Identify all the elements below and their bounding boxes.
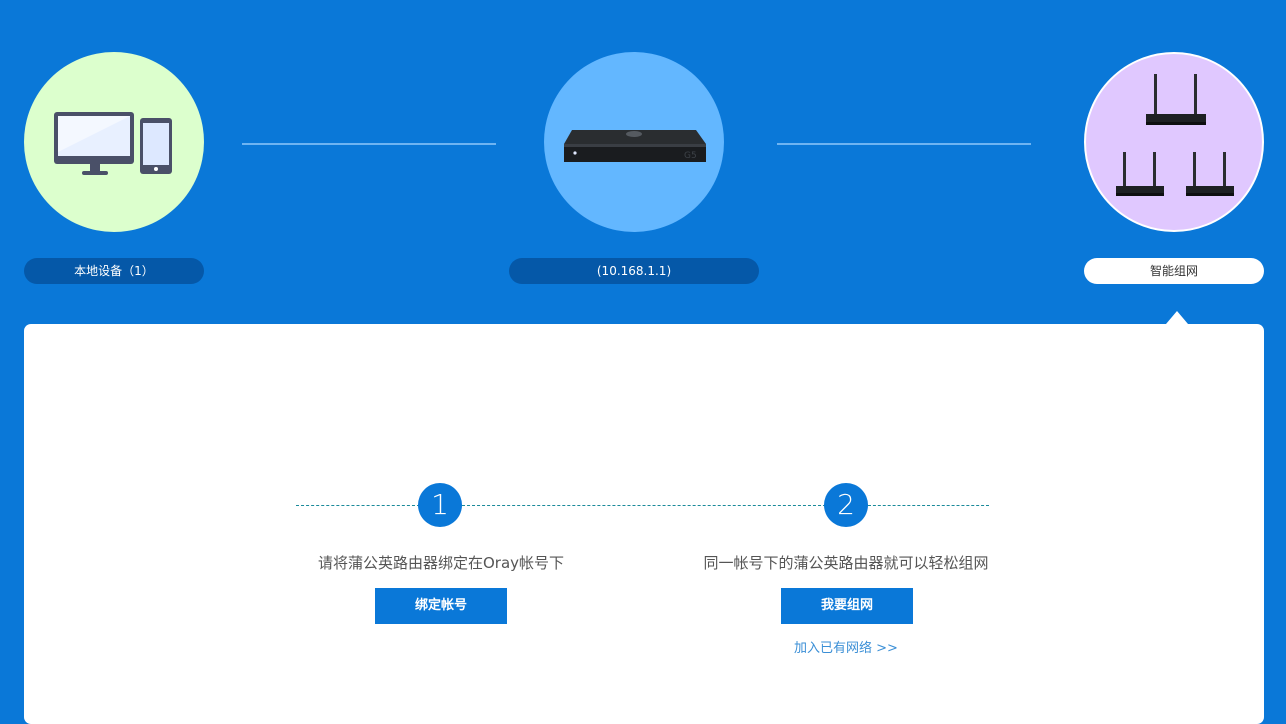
router-g5-icon: G5 bbox=[564, 130, 706, 162]
router-node[interactable]: G5 bbox=[544, 52, 724, 232]
connector-line-router-mesh bbox=[777, 143, 1031, 145]
step-2-number: 2 bbox=[824, 483, 868, 527]
local-devices-node[interactable] bbox=[24, 52, 204, 232]
panel-pointer-arrow bbox=[1166, 311, 1188, 324]
create-mesh-button[interactable]: 我要组网 bbox=[781, 588, 913, 624]
step-1-description: 请将蒲公英路由器绑定在Oray帐号下 bbox=[317, 554, 565, 572]
router-ip-label: (10.168.1.1) bbox=[509, 258, 759, 284]
step-2-description: 同一帐号下的蒲公英路由器就可以轻松组网 bbox=[703, 554, 989, 572]
mesh-tab-label[interactable]: 智能组网 bbox=[1084, 258, 1264, 284]
step-dashed-line bbox=[868, 505, 989, 506]
bind-account-button[interactable]: 绑定帐号 bbox=[375, 588, 507, 624]
join-existing-network-link[interactable]: 加入已有网络 >> bbox=[746, 637, 946, 656]
step-dashed-line bbox=[462, 505, 826, 506]
computer-and-tablet-icon bbox=[54, 112, 172, 175]
step-1-number: 1 bbox=[418, 483, 462, 527]
connector-line-local-router bbox=[242, 143, 496, 145]
step-dashed-line bbox=[296, 505, 420, 506]
router-model-text: G5 bbox=[684, 151, 697, 161]
mesh-setup-panel bbox=[24, 324, 1264, 724]
mesh-routers-icon bbox=[1116, 74, 1234, 196]
local-devices-label: 本地设备（1） bbox=[24, 258, 204, 284]
mesh-node[interactable] bbox=[1084, 52, 1264, 232]
